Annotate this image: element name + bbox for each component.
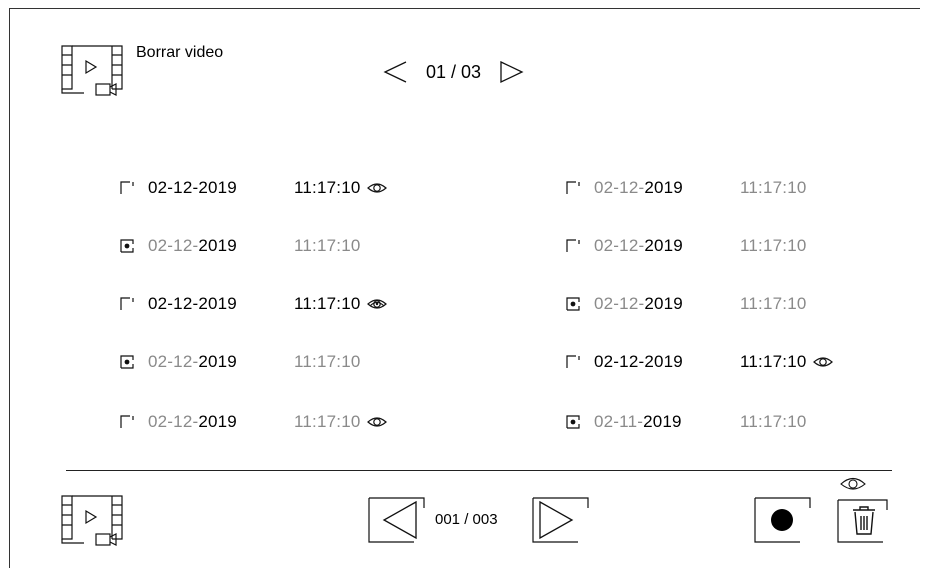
eye-icon — [840, 477, 866, 490]
eye-icon — [366, 417, 387, 427]
record-time: 11:17:10 — [294, 236, 361, 255]
record-time: 11:17:10 — [740, 412, 807, 431]
list-item[interactable]: 02-12-2019 11:17:10 — [120, 176, 389, 200]
record-date-day: 02-12- — [594, 236, 645, 255]
record-dot-icon — [771, 509, 793, 531]
top-pager: 01 / 03 — [382, 58, 525, 86]
video-file-icon[interactable] — [60, 494, 126, 550]
record-date-year: 2019 — [644, 236, 683, 255]
checkbox-icon[interactable] — [120, 181, 134, 195]
record-date: 02-12-2019 — [148, 352, 294, 372]
record-date-day: 02-12- — [148, 352, 199, 371]
record-date-day: 02-12-2019 — [148, 294, 237, 313]
triangle-left-icon — [382, 500, 417, 540]
list-item[interactable]: 02-12-2019 11:17:10 — [120, 234, 361, 258]
bottom-page-indicator: 001 / 003 — [435, 511, 498, 528]
delete-button[interactable] — [835, 474, 897, 548]
video-file-icon — [61, 45, 123, 96]
record-date-year: 2019 — [644, 178, 683, 197]
checkbox-icon[interactable] — [566, 355, 580, 369]
checkbox-checked-icon[interactable] — [120, 239, 134, 253]
record-date-year: 2019 — [198, 352, 237, 371]
record-button[interactable] — [752, 492, 816, 546]
checkbox-checked-icon[interactable] — [566, 415, 580, 429]
record-date-day: 02-12- — [594, 178, 645, 197]
record-time: 11:17:10 — [294, 352, 361, 371]
record-date-year: 2019 — [198, 236, 237, 255]
record-date: 02-11-2019 — [594, 412, 740, 432]
record-date-day: 02-11- — [594, 412, 644, 431]
prev-page-button[interactable] — [366, 492, 432, 546]
list-item[interactable]: 02-12-2019 11:17:10 — [120, 410, 389, 434]
checkbox-icon[interactable] — [566, 239, 580, 253]
divider — [66, 470, 892, 471]
record-date: 02-12-2019 — [594, 236, 740, 256]
record-time: 11:17:10 — [740, 236, 807, 255]
list-item[interactable]: 02-12-2019 11:17:10 — [566, 176, 807, 200]
record-date-day: 02-12- — [148, 236, 199, 255]
trash-icon — [853, 506, 875, 535]
record-date: 02-12-2019 — [594, 178, 740, 198]
page-title: Borrar video — [136, 44, 224, 61]
record-date: 02-12-2019 — [594, 294, 740, 314]
record-time: 11:17:10 — [294, 178, 361, 197]
record-date: 02-12-2019 — [594, 352, 740, 372]
record-date-year: 2019 — [643, 412, 682, 431]
list-item[interactable]: 02-12-2019 11:17:10 — [120, 292, 389, 316]
list-item[interactable]: 02-12-2019 11:17:10 — [566, 292, 807, 316]
record-date: 02-12-2019 — [148, 412, 294, 432]
checkbox-checked-icon[interactable] — [566, 297, 580, 311]
triangle-right-icon[interactable] — [499, 58, 525, 86]
record-date: 02-12-2019 — [148, 294, 294, 314]
record-time: 11:17:10 — [294, 412, 361, 431]
eye-icon — [812, 357, 833, 367]
record-date: 02-12-2019 — [148, 236, 294, 256]
list-item[interactable]: 02-12-2019 11:17:10 — [566, 350, 835, 374]
record-time: 11:17:10 — [740, 178, 807, 197]
checkbox-icon[interactable] — [120, 415, 134, 429]
record-time: 11:17:10 — [740, 294, 807, 313]
record-time: 11:17:10 — [294, 294, 361, 313]
record-date-day: 02-12- — [594, 294, 645, 313]
record-date-year: 2019 — [198, 412, 237, 431]
triangle-left-icon[interactable] — [382, 58, 408, 86]
screen-frame — [9, 8, 920, 568]
record-date-year: 2019 — [644, 294, 683, 313]
eye-icon — [366, 183, 387, 193]
checkbox-checked-icon[interactable] — [120, 355, 134, 369]
list-item[interactable]: 02-11-2019 11:17:10 — [566, 410, 807, 434]
list-item[interactable]: 02-12-2019 11:17:10 — [120, 350, 361, 374]
record-date-day: 02-12- — [148, 412, 199, 431]
record-date: 02-12-2019 — [148, 178, 294, 198]
page-indicator: 01 / 03 — [426, 61, 482, 82]
record-date-day: 02-12-2019 — [148, 178, 237, 197]
list-item[interactable]: 02-12-2019 11:17:10 — [566, 234, 807, 258]
checkbox-icon[interactable] — [120, 297, 134, 311]
record-date-day: 02-12-2019 — [594, 352, 683, 371]
record-time: 11:17:10 — [740, 352, 807, 371]
eye-double-icon — [366, 299, 387, 309]
next-page-button[interactable] — [530, 492, 596, 546]
checkbox-icon[interactable] — [566, 181, 580, 195]
triangle-right-icon — [539, 500, 574, 540]
